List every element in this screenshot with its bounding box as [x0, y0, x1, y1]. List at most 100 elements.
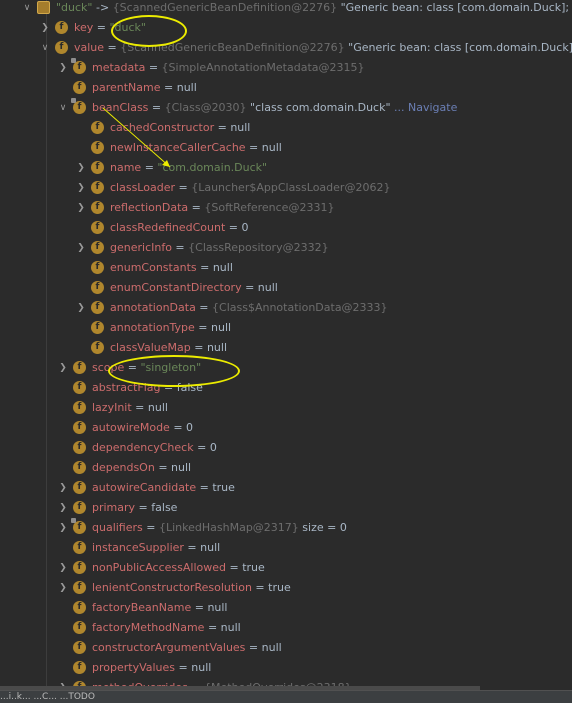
object-id: {SimpleAnnotationMetadata@2315}	[161, 61, 365, 74]
tree-row[interactable]: ∨ f value = {ScannedGenericBeanDefinition@…	[0, 38, 572, 58]
separator: =	[175, 181, 192, 194]
field-icon: f	[55, 41, 68, 54]
value: 0	[209, 441, 217, 454]
row-text: cachedConstructor = null	[110, 118, 250, 138]
row-text: name = "com.domain.Duck"	[110, 158, 267, 178]
expand-right-icon[interactable]: ❯	[58, 583, 68, 593]
tree-row[interactable]: f dependsOn = null	[0, 458, 572, 478]
separator: =	[241, 281, 258, 294]
field-icon: f	[91, 241, 104, 254]
separator: =	[131, 401, 148, 414]
tree-row[interactable]: f enumConstants = null	[0, 258, 572, 278]
tree-row[interactable]: f autowireMode = 0	[0, 418, 572, 438]
field-name: genericInfo	[110, 241, 172, 254]
field-name: qualifiers	[92, 521, 143, 534]
tree-row[interactable]: ∨ "duck" -> {ScannedGenericBeanDefinition…	[0, 0, 572, 18]
field-icon: f	[91, 261, 104, 274]
field-name: dependsOn	[92, 461, 155, 474]
tree-row[interactable]: f factoryMethodName = null	[0, 618, 572, 638]
tree-row[interactable]: f constructorArgumentValues = null	[0, 638, 572, 658]
tree-row[interactable]: ∨ f beanClass = {Class@2030} "class com.do…	[0, 98, 572, 118]
navigate-link[interactable]: ... Navigate	[391, 101, 457, 114]
row-text: parentName = null	[92, 78, 197, 98]
expand-right-icon[interactable]: ❯	[58, 63, 68, 73]
value: null	[230, 121, 251, 134]
separator: =	[251, 581, 269, 594]
field-name: enumConstantDirectory	[110, 281, 242, 294]
tree-row[interactable]: f newInstanceCallerCache = null	[0, 138, 572, 158]
value: null	[200, 541, 221, 554]
tree-row[interactable]: f cachedConstructor = null	[0, 118, 572, 138]
row-text: dependsOn = null	[92, 458, 191, 478]
row-text: abstractFlag = false	[92, 378, 203, 398]
tree-row[interactable]: ❯ f qualifiers = {LinkedHashMap@2317} size…	[0, 518, 572, 538]
row-text: key = "duck"	[74, 18, 146, 38]
tree-row[interactable]: ❯ f metadata = {SimpleAnnotationMetadata@2…	[0, 58, 572, 78]
tree-row[interactable]: ❯ f reflectionData = {SoftReference@2331}	[0, 198, 572, 218]
tree-row[interactable]: ❯ f classLoader = {Launcher$AppClassLoader…	[0, 178, 572, 198]
row-text: reflectionData = {SoftReference@2331}	[110, 198, 334, 218]
row-text: newInstanceCallerCache = null	[110, 138, 282, 158]
separator: =	[183, 541, 201, 554]
separator: =	[141, 161, 158, 174]
value: null	[212, 261, 233, 274]
field-name: propertyValues	[92, 661, 176, 674]
tree-row[interactable]: f dependencyCheck = 0	[0, 438, 572, 458]
value: 0	[186, 421, 194, 434]
row-text: nonPublicAccessAllowed = true	[92, 558, 265, 578]
string-value: "duck"	[109, 21, 146, 34]
tree-row[interactable]: ❯ f scope = "singleton"	[0, 358, 572, 378]
tree-row[interactable]: f parentName = null	[0, 78, 572, 98]
expand-right-icon[interactable]: ❯	[58, 563, 68, 573]
expand-right-icon[interactable]: ❯	[58, 503, 68, 513]
expand-down-icon[interactable]: ∨	[58, 103, 68, 113]
tree-row[interactable]: f instanceSupplier = null	[0, 538, 572, 558]
value: true	[242, 561, 265, 574]
value: false	[176, 381, 203, 394]
tree-row[interactable]: ❯ f autowireCandidate = true	[0, 478, 572, 498]
tree-row[interactable]: f lazyInit = null	[0, 398, 572, 418]
row-text: factoryMethodName = null	[92, 618, 241, 638]
expand-down-icon[interactable]: ∨	[40, 43, 50, 53]
tree-row[interactable]: f propertyValues = null	[0, 658, 572, 678]
expand-right-icon[interactable]: ❯	[76, 163, 86, 173]
expand-right-icon[interactable]: ❯	[58, 523, 68, 533]
tree-row[interactable]: ❯ f nonPublicAccessAllowed = true	[0, 558, 572, 578]
expand-right-icon[interactable]: ❯	[76, 303, 86, 313]
tree-row[interactable]: f classRedefinedCount = 0	[0, 218, 572, 238]
expand-right-icon[interactable]: ❯	[58, 483, 68, 493]
value: null	[147, 401, 168, 414]
field-icon: f	[91, 221, 104, 234]
object-id: {Launcher$AppClassLoader@2062}	[191, 181, 391, 194]
expand-right-icon[interactable]: ❯	[76, 243, 86, 253]
field-name: enumConstants	[110, 261, 197, 274]
field-name: dependencyCheck	[92, 441, 194, 454]
row-text: classValueMap = null	[110, 338, 227, 358]
field-name: newInstanceCallerCache	[110, 141, 246, 154]
expand-down-icon[interactable]: ∨	[22, 3, 32, 13]
expand-right-icon[interactable]: ❯	[58, 363, 68, 373]
expand-right-icon[interactable]: ❯	[76, 183, 86, 193]
separator: =	[171, 241, 189, 254]
tree-row[interactable]: f factoryBeanName = null	[0, 598, 572, 618]
tree-row[interactable]: ❯ f name = "com.domain.Duck"	[0, 158, 572, 178]
tree-row[interactable]: ❯ f key = "duck"	[0, 18, 572, 38]
expand-right-icon[interactable]: ❯	[76, 203, 86, 213]
tree-row[interactable]: f abstractFlag = false	[0, 378, 572, 398]
tree-row[interactable]: ❯ f lenientConstructorResolution = true	[0, 578, 572, 598]
field-icon: f	[91, 301, 104, 314]
tree-row[interactable]: ❯ f genericInfo = {ClassRepository@2332}	[0, 238, 572, 258]
expand-right-icon[interactable]: ❯	[40, 23, 50, 33]
separator: =	[195, 301, 213, 314]
separator: =	[190, 341, 207, 354]
object-id: {Class@2030}	[164, 101, 247, 114]
tree-row[interactable]: ❯ f primary = false	[0, 498, 572, 518]
field-icon: f	[73, 641, 86, 654]
tree-row[interactable]: f enumConstantDirectory = null	[0, 278, 572, 298]
tree-row[interactable]: f annotationType = null	[0, 318, 572, 338]
object-id: {ClassRepository@2332}	[188, 241, 329, 254]
tree-row[interactable]: f classValueMap = null	[0, 338, 572, 358]
field-name: constructorArgumentValues	[92, 641, 246, 654]
value: null	[211, 321, 232, 334]
tree-row[interactable]: ❯ f annotationData = {Class$AnnotationData…	[0, 298, 572, 318]
